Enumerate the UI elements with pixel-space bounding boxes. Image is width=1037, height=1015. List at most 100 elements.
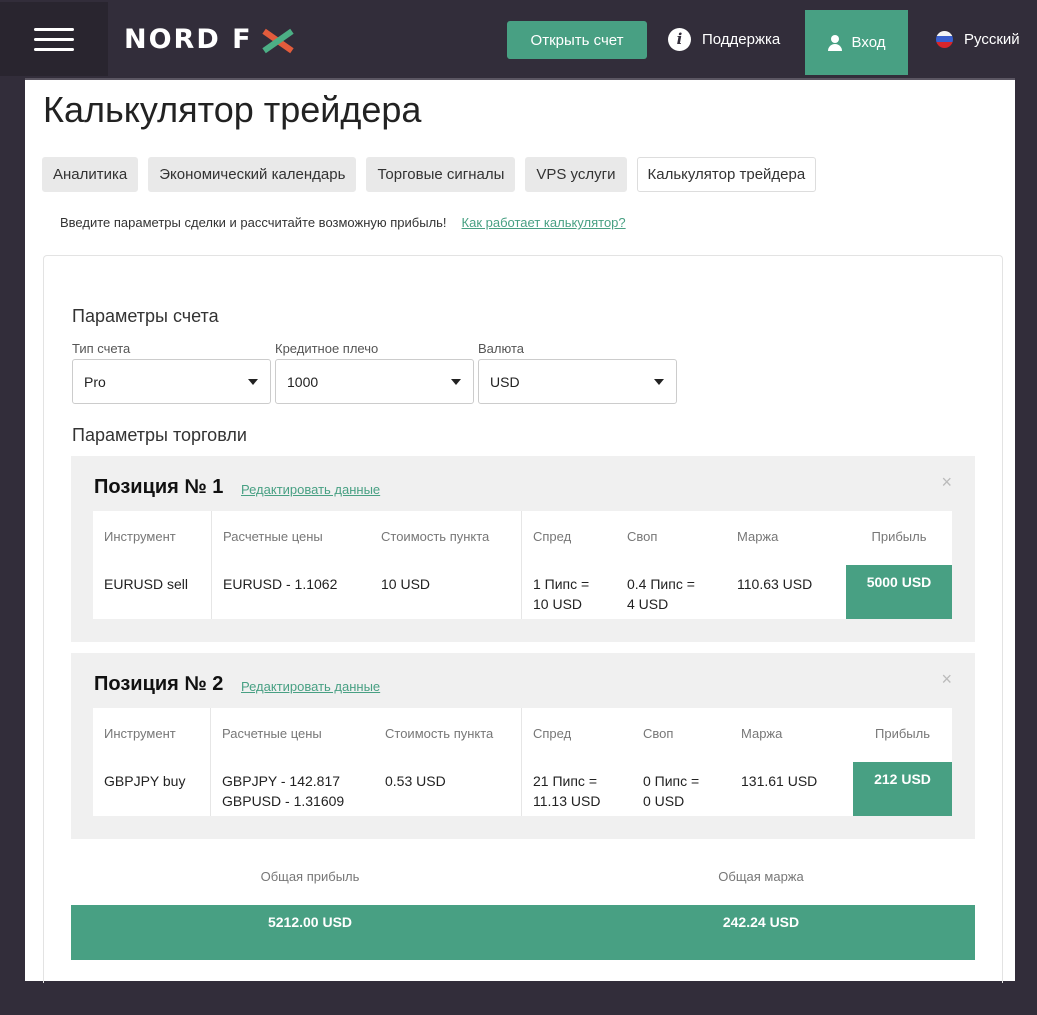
spread-value: 1 Пипс = 10 USD [533,574,589,614]
margin-value: 131.61 USD [741,773,818,789]
swap-line: 0 USD [643,793,685,809]
column-header: Прибыль [871,529,927,544]
spread-line: 10 USD [533,596,583,612]
column-header: Своп [643,726,674,741]
how-calculator-works-link[interactable]: Как работает калькулятор? [462,215,626,230]
caret-down-icon [451,379,461,385]
tab-trader-calculator[interactable]: Калькулятор трейдера [636,157,817,192]
caret-down-icon [654,379,664,385]
swap-line: 4 USD [627,596,669,612]
column-header: Стоимость пункта [385,726,494,741]
hamburger-menu-button[interactable] [0,2,108,76]
leverage-value: 1000 [287,373,319,390]
caret-down-icon [248,379,258,385]
swap-value: 0.4 Пипс = 4 USD [627,574,695,614]
column-header: Спред [533,529,572,544]
currency-value: USD [490,373,520,390]
menu-line [34,27,74,31]
instrument-value: GBPJPY buy [104,773,186,789]
close-icon[interactable]: × [941,472,952,493]
spread-line: 11.13 USD [533,793,601,809]
margin-value: 110.63 USD [737,576,813,592]
language-label: Русский [964,30,1020,48]
menu-line [34,47,74,51]
column-header: Маржа [737,529,779,544]
total-margin-label: Общая маржа [718,869,804,884]
login-button[interactable]: Вход [805,10,908,75]
intro-line: Введите параметры сделки и рассчитайте в… [60,215,626,230]
logo-x-icon [261,27,295,54]
total-profit-value: 5212.00 USD [267,914,353,930]
russia-flag-icon [936,30,953,48]
total-profit-label: Общая прибыль [260,869,360,884]
top-header: NORD F Открыть счет i Поддержка Вход Рус… [0,0,1037,78]
account-params-title: Параметры счета [72,306,219,326]
column-header: Расчетные цены [223,529,323,544]
position-title: Позиция № 2 [94,673,224,695]
currency-label: Валюта [478,341,524,356]
swap-line: 0 Пипс = [643,773,700,789]
spread-value: 21 Пипс = 11.13 USD [533,771,600,811]
column-header: Инструмент [104,726,176,741]
swap-value: 0 Пипс = 0 USD [643,771,699,811]
login-label: Вход [851,34,886,51]
account-type-label: Тип счета [72,341,131,356]
page-content: Калькулятор трейдера Аналитика Экономиче… [25,78,1015,983]
currency-select[interactable]: USD [478,359,677,404]
total-margin-value: 242.24 USD [722,914,800,930]
tab-vps[interactable]: VPS услуги [525,157,627,192]
section-tabs: Аналитика Экономический календарь Торгов… [42,157,817,192]
position-table: Инструмент EURUSD sell Расчетные цены EU… [93,511,952,619]
spread-line: 1 Пипс = [533,576,590,592]
leverage-select[interactable]: 1000 [275,359,474,404]
edit-position-link[interactable]: Редактировать данные [241,679,380,694]
margin-column: Маржа 131.61 USD [730,708,852,816]
account-type-value: Pro [84,373,106,390]
tab-analytics[interactable]: Аналитика [42,157,139,192]
spread-line: 21 Пипс = [533,773,597,789]
language-selector[interactable]: Русский [936,29,1020,49]
totals-bar: 5212.00 USD 242.24 USD [71,905,975,960]
instrument-value: EURUSD sell [104,576,189,592]
edit-position-link[interactable]: Редактировать данные [241,482,380,497]
pip-value-column: Стоимость пункта 0.53 USD [374,708,521,816]
price-line: EURUSD - 1.1062 [223,576,338,592]
trading-params-title: Параметры торговли [72,425,247,445]
column-header: Своп [627,529,658,544]
column-header: Маржа [741,726,783,741]
calculator-panel: Параметры счета Тип счета Pro Кредитное … [43,255,1003,983]
column-header: Инструмент [104,529,176,544]
intro-text: Введите параметры сделки и рассчитайте в… [60,215,447,230]
tab-economic-calendar[interactable]: Экономический календарь [148,157,357,192]
user-icon [827,34,842,51]
support-label: Поддержка [702,30,781,48]
tab-trading-signals[interactable]: Торговые сигналы [366,157,516,192]
account-type-select[interactable]: Pro [72,359,271,404]
spread-column: Спред 1 Пипс = 10 USD [521,511,616,619]
spread-column: Спред 21 Пипс = 11.13 USD [521,708,632,816]
position-title: Позиция № 1 [94,476,224,498]
column-header: Расчетные цены [222,726,322,741]
position-card-2: Позиция № 2 Редактировать данные × Инстр… [71,653,975,839]
pip-value-column: Стоимость пункта 10 USD [370,511,521,619]
swap-column: Своп 0.4 Пипс = 4 USD [616,511,726,619]
profit-column: Прибыль 5000 USD [846,511,952,619]
close-icon[interactable]: × [941,669,952,690]
margin-column: Маржа 110.63 USD [726,511,846,619]
profit-value: 5000 USD [846,565,952,619]
page-title: Калькулятор трейдера [43,89,422,130]
support-link[interactable]: i Поддержка [668,27,780,51]
pip-value: 10 USD [381,576,431,592]
logo-text: NORD F [124,24,253,55]
leverage-label: Кредитное плечо [275,341,379,356]
prices-value: GBPJPY - 142.817 GBPUSD - 1.31609 [222,771,344,811]
swap-column: Своп 0 Пипс = 0 USD [632,708,730,816]
open-account-button[interactable]: Открыть счет [507,21,647,59]
nordfx-logo[interactable]: NORD F [124,24,295,55]
prices-column: Расчетные цены EURUSD - 1.1062 [211,511,369,619]
prices-column: Расчетные цены GBPJPY - 142.817 GBPUSD -… [210,708,374,816]
position-table: Инструмент GBPJPY buy Расчетные цены GBP… [93,708,952,816]
info-icon: i [668,27,691,51]
position-card-1: Позиция № 1 Редактировать данные × Инстр… [71,456,975,642]
pip-value: 0.53 USD [385,773,446,789]
